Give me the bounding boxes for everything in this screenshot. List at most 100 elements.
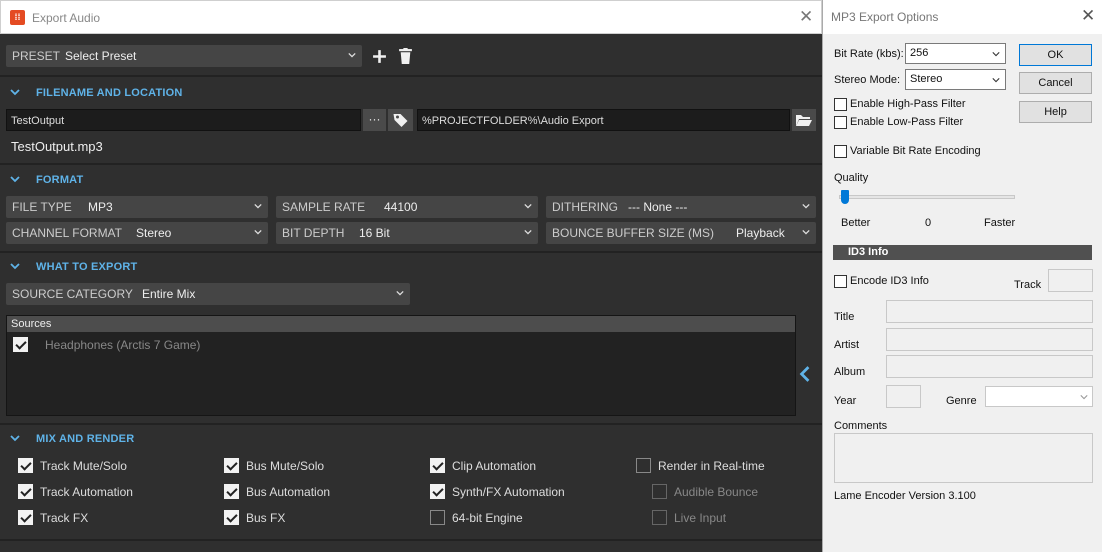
chevron-down-icon — [1080, 395, 1088, 400]
divider — [0, 75, 822, 77]
option-label: Track FX — [40, 511, 89, 525]
option-label: Enable Low-Pass Filter — [850, 116, 964, 128]
checkbox[interactable] — [834, 116, 847, 129]
chevron-down-icon — [802, 229, 810, 235]
bounce-buffer-value: Playback — [736, 226, 785, 240]
channel-format-value: Stereo — [136, 226, 172, 240]
checkbox[interactable] — [18, 510, 33, 525]
source-category-dropdown[interactable]: SOURCE CATEGORY Entire Mix — [6, 283, 410, 305]
channel-format-label: CHANNEL FORMAT — [12, 226, 123, 240]
genre-label: Genre — [946, 395, 977, 407]
bounce-buffer-dropdown[interactable]: BOUNCE BUFFER SIZE (MS) Playback — [546, 222, 816, 244]
checkbox[interactable] — [834, 275, 847, 288]
tag-button[interactable] — [388, 109, 413, 131]
artist-label: Artist — [834, 339, 860, 351]
comments-label: Comments — [834, 420, 888, 432]
checkbox[interactable] — [834, 98, 847, 111]
source-label: Headphones (Arctis 7 Game) — [45, 338, 201, 352]
filename-options-button[interactable]: ··· — [363, 109, 386, 131]
chevron-down-icon — [992, 78, 1000, 83]
source-checkbox[interactable] — [13, 337, 28, 352]
dialog-title: Export Audio — [32, 11, 101, 25]
checkbox[interactable] — [224, 484, 239, 499]
option-label: Synth/FX Automation — [452, 485, 565, 499]
artist-input[interactable] — [886, 328, 1093, 351]
preset-value: Select Preset — [65, 49, 137, 63]
bit-depth-label: BIT DEPTH — [282, 226, 345, 240]
bit-rate-value: 256 — [910, 47, 929, 59]
title-label: Title — [834, 311, 855, 323]
comments-input[interactable] — [834, 433, 1093, 483]
checkbox[interactable] — [224, 510, 239, 525]
chevron-down-icon — [802, 203, 810, 209]
divider — [0, 163, 822, 165]
sample-rate-dropdown[interactable]: SAMPLE RATE 44100 — [276, 196, 538, 218]
stereo-mode-select[interactable]: Stereo — [905, 69, 1006, 90]
option-label: Bus Mute/Solo — [246, 459, 325, 473]
stereo-mode-label: Stereo Mode: — [834, 74, 901, 86]
bit-rate-select[interactable]: 256 — [905, 43, 1006, 64]
option-label: Bus Automation — [246, 485, 331, 499]
checkbox[interactable] — [430, 510, 445, 525]
chevron-down-icon — [524, 203, 532, 209]
section-title: MIX AND RENDER — [36, 433, 135, 445]
option-label: Clip Automation — [452, 459, 537, 473]
cancel-button[interactable]: Cancel — [1019, 72, 1092, 94]
track-label: Track — [1014, 279, 1042, 291]
title-bar: ⁞⁞ Export Audio ✕ — [0, 0, 822, 34]
quality-better-label: Better — [841, 217, 871, 229]
collapse-arrow-icon[interactable] — [799, 366, 811, 382]
genre-select[interactable] — [985, 386, 1093, 407]
sample-rate-label: SAMPLE RATE — [282, 200, 366, 214]
dithering-value: --- None --- — [628, 200, 688, 214]
checkbox[interactable] — [18, 484, 33, 499]
bit-depth-dropdown[interactable]: BIT DEPTH 16 Bit — [276, 222, 538, 244]
album-input[interactable] — [886, 355, 1093, 378]
ok-button[interactable]: OK — [1019, 44, 1092, 66]
option-label: Audible Bounce — [674, 485, 759, 499]
stereo-mode-value: Stereo — [910, 73, 943, 85]
option-label: Variable Bit Rate Encoding — [850, 145, 981, 157]
checkbox — [652, 484, 667, 499]
tag-icon — [393, 114, 408, 127]
preset-dropdown[interactable]: PRESET Select Preset — [6, 45, 362, 67]
dialog-title: MP3 Export Options — [831, 10, 939, 24]
dithering-dropdown[interactable]: DITHERING --- None --- — [546, 196, 816, 218]
sample-rate-value: 44100 — [384, 200, 418, 214]
sources-header: Sources — [7, 316, 795, 332]
delete-preset-icon[interactable] — [399, 48, 412, 64]
option-label: Encode ID3 Info — [850, 275, 929, 287]
quality-slider-thumb[interactable] — [841, 190, 849, 204]
checkbox[interactable] — [834, 145, 847, 158]
folder-path-input[interactable]: %PROJECTFOLDER%\Audio Export — [417, 109, 790, 131]
checkbox[interactable] — [430, 458, 445, 473]
bounce-buffer-label: BOUNCE BUFFER SIZE (MS) — [552, 226, 715, 240]
browse-folder-button[interactable] — [792, 109, 816, 131]
title-input[interactable] — [886, 300, 1093, 323]
track-input[interactable] — [1048, 269, 1093, 292]
close-icon[interactable]: ✕ — [799, 7, 813, 27]
help-button[interactable]: Help — [1019, 101, 1092, 123]
checkbox[interactable] — [430, 484, 445, 499]
chevron-down-icon — [992, 52, 1000, 57]
bit-depth-value: 16 Bit — [359, 226, 390, 240]
add-preset-icon[interactable] — [372, 49, 387, 64]
close-icon[interactable]: ✕ — [1081, 6, 1095, 26]
quality-slider-track[interactable] — [839, 195, 1015, 199]
year-input[interactable] — [886, 385, 921, 408]
sources-panel: Sources Headphones (Arctis 7 Game) — [6, 315, 796, 416]
mp3-options-dialog: MP3 Export Options ✕ Bit Rate (kbs): 256… — [822, 0, 1102, 552]
source-category-label: SOURCE CATEGORY — [12, 287, 133, 301]
filename-input[interactable]: TestOutput — [6, 109, 361, 131]
album-label: Album — [834, 366, 866, 378]
file-type-dropdown[interactable]: FILE TYPE MP3 — [6, 196, 268, 218]
dithering-label: DITHERING — [552, 200, 618, 214]
option-label: Live Input — [674, 511, 727, 525]
full-filename-text: TestOutput.mp3 — [11, 139, 103, 154]
channel-format-dropdown[interactable]: CHANNEL FORMAT Stereo — [6, 222, 268, 244]
checkbox[interactable] — [636, 458, 651, 473]
option-label: Render in Real-time — [658, 459, 765, 473]
checkbox[interactable] — [224, 458, 239, 473]
chevron-down-icon — [10, 263, 20, 270]
checkbox[interactable] — [18, 458, 33, 473]
